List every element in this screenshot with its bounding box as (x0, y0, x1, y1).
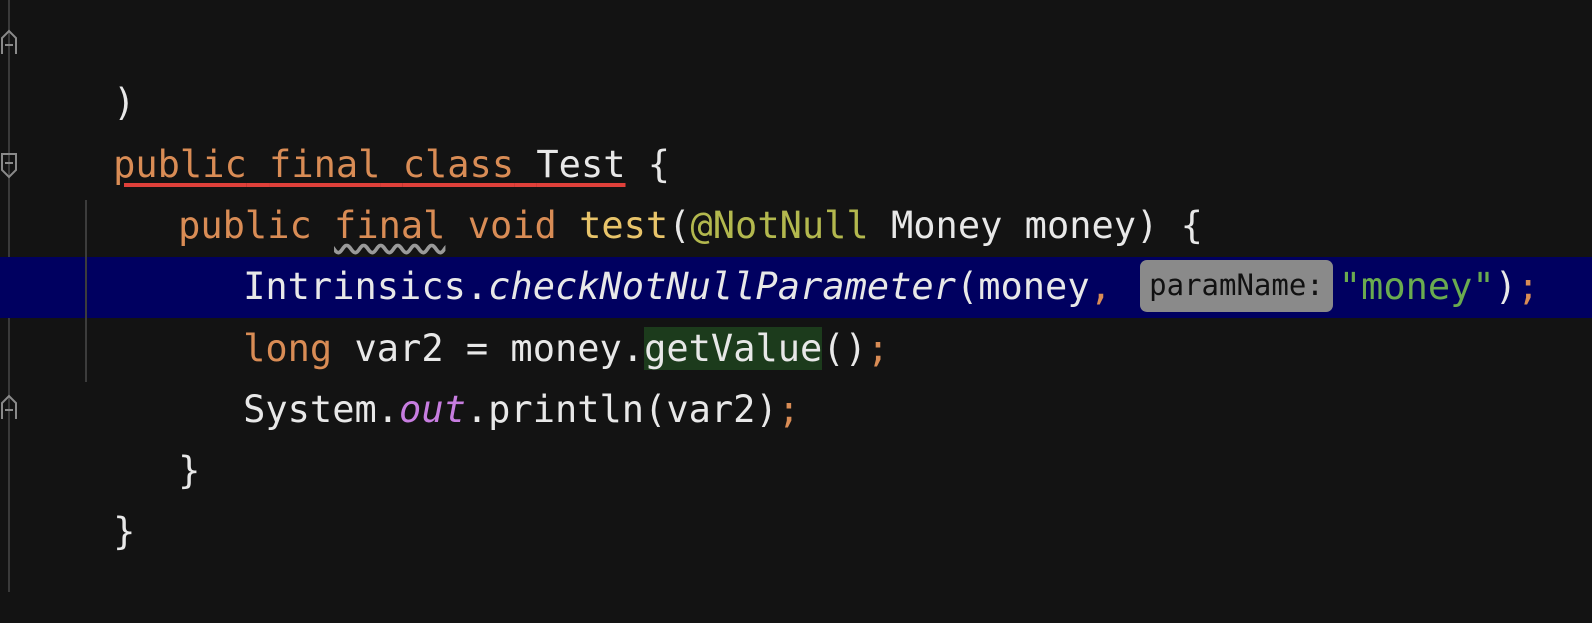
comma: , (1089, 265, 1112, 308)
args-start: (money (955, 265, 1090, 308)
method-close-brace: } (178, 449, 201, 492)
code-line[interactable]: Intrinsics.checkNotNullParameter(money, … (154, 195, 1539, 312)
code-line[interactable]: } (89, 379, 200, 492)
fold-end-icon[interactable] (0, 393, 18, 421)
parameter-name-hint[interactable]: paramName: (1140, 259, 1333, 312)
static-field-out: out (399, 388, 466, 431)
code-line[interactable]: public final void test(@NotNull Money mo… (89, 134, 1203, 247)
receiver-system: System. (243, 388, 400, 431)
semicolon: ; (1517, 265, 1540, 308)
close-paren: ) (1494, 265, 1517, 308)
println-call: .println(var2) (465, 388, 778, 431)
code-line[interactable]: } (24, 440, 135, 553)
code-editor[interactable]: ) public final class Test { public final… (0, 0, 1592, 592)
clipped-code-line (240, 0, 890, 4)
fold-start-icon[interactable] (0, 152, 18, 180)
semicolon: ; (777, 388, 801, 431)
string-literal: "money" (1338, 265, 1495, 308)
current-code-line[interactable]: long var2 = money.getValue(); (154, 257, 889, 370)
code-line[interactable]: System.out.println(var2); (154, 318, 800, 431)
code-line[interactable]: public final class Test { (24, 73, 670, 186)
class-close-brace: } (113, 510, 136, 553)
indent-guide (85, 200, 87, 382)
code-line[interactable]: ) (24, 11, 135, 124)
semicolon: ; (866, 327, 890, 370)
fold-end-icon[interactable] (0, 28, 18, 56)
call-parens: () (822, 327, 867, 370)
